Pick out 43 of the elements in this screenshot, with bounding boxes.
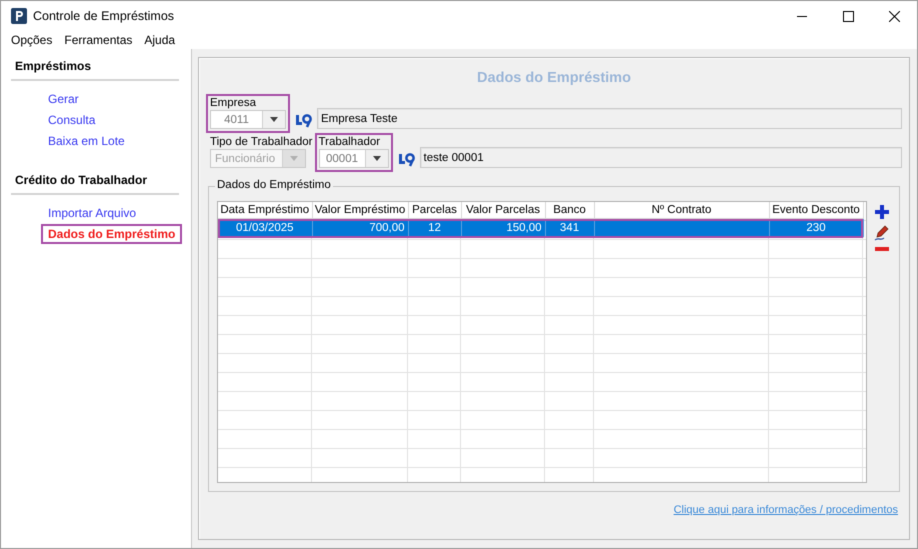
table-cell: 150,00 [461, 218, 545, 238]
window-title: Controle de Empréstimos [33, 9, 174, 23]
field-label: Trabalhador [318, 136, 382, 149]
maximize-icon[interactable] [842, 10, 854, 22]
column-header[interactable]: Valor Parcelas [461, 202, 545, 218]
dropdown-field[interactable]: 00001 [318, 149, 389, 168]
group-title: Dados do Empréstimo [215, 179, 333, 191]
column-header[interactable]: Valor Empréstimo [312, 202, 408, 218]
column-header[interactable]: Nº Contrato [594, 202, 769, 218]
column-header[interactable]: Banco [545, 202, 594, 218]
nav-link[interactable]: Gerar [41, 89, 86, 109]
app-logo-icon [11, 8, 27, 24]
nav-link[interactable]: Consulta [41, 110, 102, 130]
section-heading: Empréstimos [11, 57, 179, 81]
worker-name-field: teste 00001 [420, 147, 902, 168]
field-label: Tipo de Trabalhador [210, 136, 313, 149]
column-header[interactable]: Data Empréstimo [218, 202, 312, 218]
column-header[interactable]: Parcelas [408, 202, 461, 218]
company-name-field: Empresa Teste [317, 108, 902, 129]
search-icon[interactable] [398, 150, 415, 166]
close-icon[interactable] [888, 10, 900, 22]
table-cell: 01/03/2025 [218, 218, 312, 238]
menu-item[interactable]: Ferramentas [58, 33, 138, 47]
caret-icon[interactable] [270, 117, 278, 122]
section-heading: Crédito do Trabalhador [11, 171, 179, 195]
add-icon[interactable] [875, 205, 889, 219]
menu-item[interactable]: Opções [5, 33, 58, 47]
dropdown-field[interactable]: 4011 [210, 110, 286, 129]
pencil-icon[interactable] [874, 225, 890, 241]
caret-icon[interactable] [372, 156, 381, 161]
nav-link[interactable]: Importar Arquivo [41, 203, 144, 223]
table-cell: 12 [408, 218, 461, 238]
nav-link[interactable]: Dados do Empréstimo [41, 224, 182, 244]
field-label: Empresa [210, 97, 258, 110]
nav-link[interactable]: Baixa em Lote [41, 131, 132, 151]
table-row[interactable]: 01/03/2025 700,00 12 150,00 341 230 [218, 218, 863, 238]
menu-item[interactable]: Ajuda [138, 33, 182, 47]
table-cell: 700,00 [312, 218, 408, 238]
table-cell: 230 [769, 218, 863, 238]
column-header[interactable]: Evento Desconto [769, 202, 863, 218]
search-icon[interactable] [295, 112, 312, 128]
form-heading: Dados do Empréstimo [476, 69, 632, 88]
table-cell: 341 [545, 218, 594, 238]
